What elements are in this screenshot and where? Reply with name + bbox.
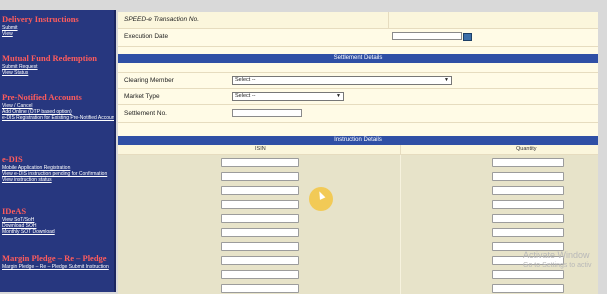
market-type-label: Market Type [124, 93, 160, 100]
sidebar-nav: Delivery Instructions Submit View Mutual Fu… [0, 10, 116, 292]
isin-input[interactable] [221, 242, 299, 251]
sidebar-link[interactable]: View Status [2, 70, 97, 76]
clearing-member-select[interactable]: Select -- ▼ [232, 76, 452, 85]
isin-input[interactable] [221, 214, 299, 223]
activation-watermark-line1: Activate Window [523, 250, 590, 260]
quantity-input[interactable] [492, 186, 564, 195]
isin-input[interactable] [221, 256, 299, 265]
sidebar-section-title: IDeAS [2, 206, 27, 216]
isin-input[interactable] [221, 186, 299, 195]
quantity-column-header: Quantity [516, 146, 537, 152]
market-type-row: Market Type Select -- ▼ [118, 88, 598, 105]
table-row [118, 197, 598, 212]
sidebar-link[interactable]: e-DIS Registration for Existing Pre-Noti… [2, 115, 114, 121]
sidebar-section: IDeAS View SoT/SoH Download SOH Monthly SOT… [0, 206, 55, 235]
chevron-down-icon: ▼ [444, 77, 449, 83]
clearing-member-row: Clearing Member Select -- ▼ [118, 72, 598, 89]
sidebar-section: Delivery Instructions Submit View [0, 14, 79, 37]
isin-input[interactable] [221, 200, 299, 209]
isin-input[interactable] [221, 172, 299, 181]
settlement-no-label: Settlement No. [124, 110, 167, 117]
quantity-input[interactable] [492, 200, 564, 209]
instruction-details-header: Instruction Details [118, 136, 598, 145]
sidebar-section-title: e-DIS [2, 154, 23, 164]
calendar-icon[interactable] [463, 33, 472, 41]
isin-column-header: ISIN [255, 146, 266, 152]
isin-input[interactable] [221, 284, 299, 293]
sidebar-section-title: Mutual Fund Redemption [2, 53, 97, 63]
market-type-value: Select -- [235, 93, 256, 99]
sidebar-section: e-DIS Mobile Application Registration View… [0, 154, 107, 183]
chevron-down-icon: ▼ [336, 93, 341, 99]
instruction-table-header: ISIN Quantity [118, 145, 598, 155]
sidebar-section-title: Delivery Instructions [2, 14, 79, 24]
sidebar-link[interactable]: Monthly SOT Download [2, 229, 55, 235]
activation-watermark-line2: Go to Settings to activ [523, 262, 592, 269]
settlement-no-row: Settlement No. [118, 104, 598, 123]
table-row [118, 225, 598, 240]
clearing-member-value: Select -- [235, 77, 256, 83]
sidebar-section: Pre-Notified Accounts View / Cancel Add On… [0, 92, 114, 121]
execution-date-input[interactable] [392, 32, 462, 40]
quantity-input[interactable] [492, 228, 564, 237]
quantity-input[interactable] [492, 214, 564, 223]
quantity-input[interactable] [492, 172, 564, 181]
main-form: SPEED-e Transaction No. Execution Date S… [118, 12, 598, 294]
sidebar-section: Mutual Fund Redemption Submit Request View… [0, 53, 97, 76]
table-row [118, 267, 598, 282]
table-row [118, 155, 598, 170]
spacer-row [118, 46, 598, 54]
table-row [118, 169, 598, 184]
isin-input[interactable] [221, 228, 299, 237]
settlement-details-header: Settlement Details [118, 54, 598, 63]
transaction-no-row: SPEED-e Transaction No. [118, 12, 598, 29]
quantity-input[interactable] [492, 270, 564, 279]
sidebar-section-title: Pre-Notified Accounts [2, 92, 82, 102]
settlement-no-input[interactable] [232, 109, 302, 117]
sidebar-section: Margin Pledge – Re – Pledge Margin Pledge… [0, 253, 109, 270]
spacer-row-3 [118, 122, 598, 136]
table-row [118, 183, 598, 198]
execution-date-label: Execution Date [124, 33, 169, 40]
sidebar-link[interactable]: View instruction status [2, 177, 107, 183]
sidebar-section-title: Margin Pledge – Re – Pledge [2, 253, 107, 263]
execution-date-row: Execution Date [118, 28, 598, 47]
table-row [118, 211, 598, 226]
isin-input[interactable] [221, 270, 299, 279]
quantity-input[interactable] [492, 158, 564, 167]
table-row [118, 281, 598, 294]
quantity-input[interactable] [492, 284, 564, 293]
market-type-select[interactable]: Select -- ▼ [232, 92, 344, 101]
sidebar-link[interactable]: Margin Pledge – Re – Pledge Submit Instr… [2, 264, 109, 270]
isin-input[interactable] [221, 158, 299, 167]
clearing-member-label: Clearing Member [124, 77, 174, 84]
transaction-no-label: SPEED-e Transaction No. [124, 16, 200, 23]
sidebar-link[interactable]: View [2, 31, 79, 37]
